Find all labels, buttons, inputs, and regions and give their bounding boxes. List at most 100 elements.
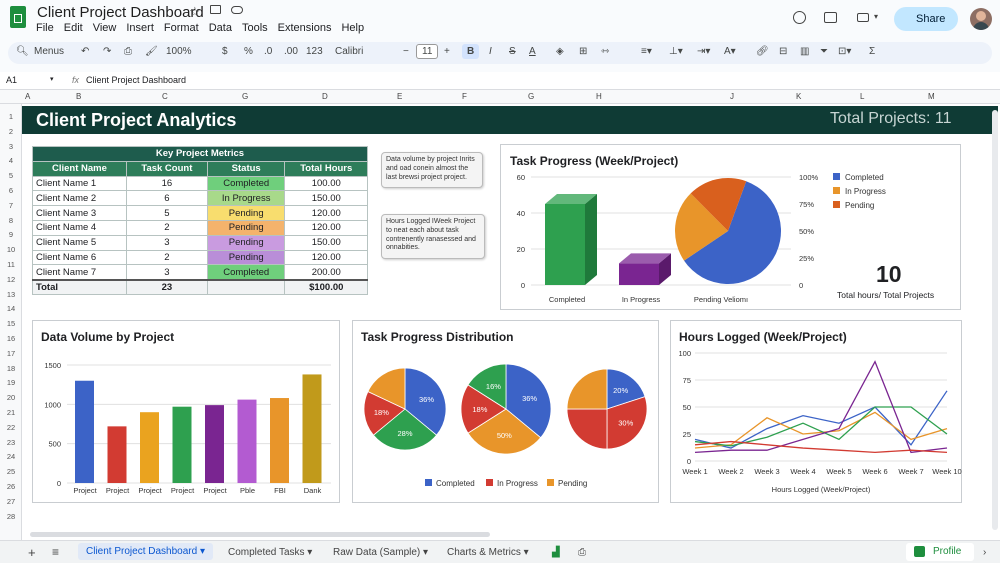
column-header[interactable]: M bbox=[928, 92, 935, 101]
currency-button[interactable]: $ bbox=[222, 46, 228, 57]
bar[interactable] bbox=[619, 263, 659, 285]
column-header[interactable]: D bbox=[322, 92, 328, 101]
all-sheets-button[interactable]: ≡ bbox=[52, 545, 59, 559]
bar[interactable] bbox=[545, 204, 585, 285]
pie-slice[interactable] bbox=[566, 408, 608, 450]
bar[interactable] bbox=[237, 399, 257, 483]
row-header[interactable]: 10 bbox=[0, 245, 22, 254]
table-cell[interactable]: 5 bbox=[125, 205, 208, 221]
search-menus-icon[interactable]: 🔍︎ bbox=[16, 46, 29, 57]
percent-button[interactable]: % bbox=[244, 46, 253, 57]
comments-icon[interactable] bbox=[824, 12, 837, 23]
vertical-align-icon[interactable]: ⊥▾ bbox=[669, 46, 683, 57]
comment-note-hours-logged[interactable]: Hours Logged IWeek Project to neat each … bbox=[381, 214, 485, 259]
row-header[interactable]: 7 bbox=[0, 201, 22, 210]
text-wrap-icon[interactable]: ⇥▾ bbox=[697, 46, 710, 57]
bold-button[interactable]: B bbox=[462, 44, 480, 59]
column-header[interactable]: H bbox=[596, 92, 602, 101]
column-header[interactable]: K bbox=[796, 92, 801, 101]
comment-note-data-volume[interactable]: Data volume by project Inrits and oad co… bbox=[381, 152, 483, 188]
column-header[interactable]: B bbox=[76, 92, 81, 101]
fill-color-icon[interactable]: ◈ bbox=[556, 46, 564, 57]
row-header[interactable]: 20 bbox=[0, 393, 22, 402]
table-row[interactable]: Client Name 7 3 Completed 200.00 bbox=[32, 264, 368, 281]
document-title[interactable]: Client Project Dashboard bbox=[37, 4, 204, 21]
row-header[interactable]: 5 bbox=[0, 171, 22, 180]
row-header[interactable]: 19 bbox=[0, 378, 22, 387]
task-progress-chart-card[interactable]: Task Progress (Week/Project) 0 20 40 60 Comp… bbox=[500, 144, 961, 310]
menu-edit[interactable]: Edit bbox=[64, 22, 83, 34]
row-header[interactable]: 15 bbox=[0, 319, 22, 328]
profile-button[interactable]: Profile bbox=[906, 543, 974, 561]
row-header[interactable]: 3 bbox=[0, 142, 22, 151]
increase-font-size-button[interactable]: + bbox=[444, 46, 450, 57]
row-header[interactable]: 1 bbox=[0, 112, 22, 121]
decrease-decimal-button[interactable]: .0 bbox=[264, 46, 272, 57]
row-header[interactable]: 26 bbox=[0, 482, 22, 491]
insert-comment-icon[interactable]: ⊟ bbox=[779, 46, 787, 57]
table-cell[interactable]: Client Name 5 bbox=[32, 234, 127, 251]
undo-icon[interactable]: ↶ bbox=[81, 46, 89, 57]
row-header[interactable]: 2 bbox=[0, 127, 22, 136]
row-header[interactable]: 27 bbox=[0, 497, 22, 506]
row-header[interactable]: 17 bbox=[0, 349, 22, 358]
table-cell[interactable]: 150.00 bbox=[284, 234, 368, 251]
name-box[interactable]: A1 bbox=[6, 75, 17, 85]
menu-insert[interactable]: Insert bbox=[126, 22, 154, 34]
hours-logged-chart-card[interactable]: Hours Logged (Week/Project) 0 25 50 75 100 We… bbox=[670, 320, 962, 503]
bar[interactable] bbox=[302, 374, 322, 483]
account-avatar[interactable] bbox=[970, 8, 992, 30]
table-cell[interactable]: 200.00 bbox=[284, 264, 368, 281]
move-folder-icon[interactable] bbox=[210, 5, 221, 14]
table-cell[interactable]: 100.00 bbox=[284, 175, 368, 192]
italic-button[interactable]: I bbox=[489, 46, 492, 57]
table-cell[interactable]: 16 bbox=[125, 175, 208, 192]
formula-input[interactable]: Client Project Dashboard bbox=[86, 75, 186, 85]
borders-icon[interactable]: ⊞ bbox=[579, 46, 587, 57]
column-header[interactable]: A bbox=[25, 92, 30, 101]
bar[interactable] bbox=[75, 380, 94, 483]
table-row[interactable]: Client Name 3 5 Pending 120.00 bbox=[32, 205, 368, 221]
insert-link-icon[interactable]: 🔗︎ bbox=[756, 46, 769, 57]
paint-format-icon[interactable]: 🖌︎ bbox=[145, 46, 158, 57]
sheets-logo-icon[interactable] bbox=[10, 6, 26, 28]
table-cell[interactable]: Pending bbox=[206, 249, 286, 266]
collapse-sidepanel-icon[interactable]: › bbox=[983, 547, 986, 558]
bar[interactable] bbox=[140, 412, 159, 483]
table-cell[interactable]: 120.00 bbox=[284, 219, 368, 236]
font-select[interactable]: Calibri bbox=[335, 46, 363, 57]
menus-search[interactable]: Menus bbox=[34, 46, 64, 57]
table-row[interactable]: Client Name 4 2 Pending 120.00 bbox=[32, 219, 368, 236]
filter-icon[interactable]: ⏷ bbox=[820, 46, 828, 57]
tab-charts-metrics[interactable]: Charts & Metrics ▾ bbox=[447, 547, 529, 558]
menu-data[interactable]: Data bbox=[209, 22, 232, 34]
functions-icon[interactable]: Σ bbox=[869, 46, 875, 57]
table-cell[interactable]: 3 bbox=[125, 234, 208, 251]
row-header[interactable]: 13 bbox=[0, 290, 22, 299]
text-rotation-icon[interactable]: A▾ bbox=[724, 46, 736, 57]
tab-client-project-dashboard[interactable]: Client Project Dashboard ▾ bbox=[78, 543, 213, 560]
bar[interactable] bbox=[107, 426, 127, 483]
table-cell[interactable]: 3 bbox=[125, 264, 208, 281]
column-header[interactable]: G bbox=[242, 92, 248, 101]
row-header[interactable]: 16 bbox=[0, 334, 22, 343]
table-cell[interactable]: 6 bbox=[125, 190, 208, 207]
horizontal-align-icon[interactable]: ≡▾ bbox=[641, 46, 652, 57]
table-row[interactable]: Client Name 1 16 Completed 100.00 bbox=[32, 175, 368, 192]
table-cell[interactable]: Completed bbox=[206, 264, 286, 281]
table-cell[interactable]: Client Name 1 bbox=[32, 175, 127, 192]
table-cell[interactable]: In Progress bbox=[206, 190, 286, 207]
chevron-down-icon[interactable]: ▾ bbox=[874, 12, 878, 21]
row-header[interactable]: 22 bbox=[0, 423, 22, 432]
row-header[interactable]: 12 bbox=[0, 275, 22, 284]
row-header[interactable]: 23 bbox=[0, 438, 22, 447]
series-line[interactable] bbox=[694, 390, 948, 449]
increase-decimal-button[interactable]: .00 bbox=[284, 46, 298, 57]
text-color-button[interactable]: A bbox=[529, 46, 536, 57]
row-header[interactable]: 9 bbox=[0, 230, 22, 239]
add-sheet-button[interactable]: + bbox=[28, 545, 36, 560]
menu-format[interactable]: Format bbox=[164, 22, 199, 34]
task-distribution-chart-card[interactable]: Task Progress Distribution 36% 28% 18% 36% 5… bbox=[352, 320, 659, 503]
decrease-font-size-button[interactable]: − bbox=[403, 46, 409, 57]
table-cell[interactable]: 120.00 bbox=[284, 249, 368, 266]
